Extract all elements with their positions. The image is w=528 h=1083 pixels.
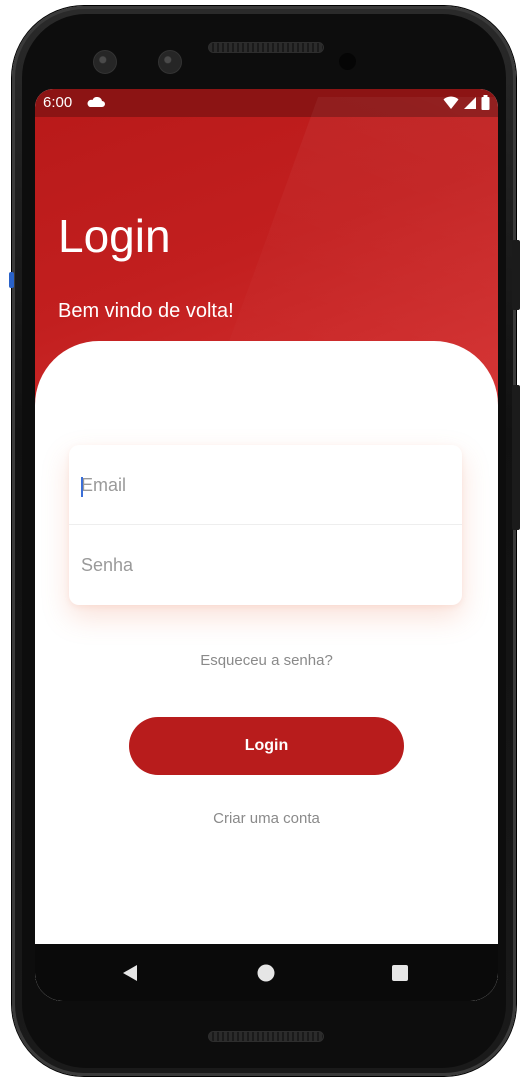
content-card bbox=[35, 341, 498, 1001]
bottom-speaker bbox=[208, 1031, 324, 1042]
email-input[interactable] bbox=[69, 445, 462, 525]
password-input[interactable] bbox=[69, 525, 462, 605]
status-time: 6:00 bbox=[43, 94, 73, 111]
cloud-icon bbox=[87, 95, 105, 112]
login-button[interactable]: Login bbox=[129, 717, 404, 775]
create-account-link[interactable]: Criar uma conta bbox=[35, 810, 498, 827]
proximity-sensor bbox=[339, 53, 356, 70]
back-icon[interactable] bbox=[115, 958, 145, 988]
home-icon[interactable] bbox=[251, 958, 281, 988]
page-title: Login bbox=[58, 210, 171, 262]
navigation-bar bbox=[35, 944, 498, 1001]
side-indicator bbox=[9, 272, 14, 288]
front-camera-icon bbox=[93, 50, 117, 74]
text-caret bbox=[81, 477, 83, 497]
volume-button bbox=[512, 385, 520, 530]
login-form bbox=[69, 445, 462, 605]
front-camera-icon bbox=[158, 50, 182, 74]
screen: 6:00 Login Bem vindo de volta! Email Esq… bbox=[35, 89, 498, 1001]
recents-icon[interactable] bbox=[385, 958, 415, 988]
forgot-password-link[interactable]: Esqueceu a senha? bbox=[35, 652, 498, 669]
page-subtitle: Bem vindo de volta! bbox=[58, 300, 234, 322]
top-speaker bbox=[208, 42, 324, 53]
power-button bbox=[512, 240, 520, 310]
